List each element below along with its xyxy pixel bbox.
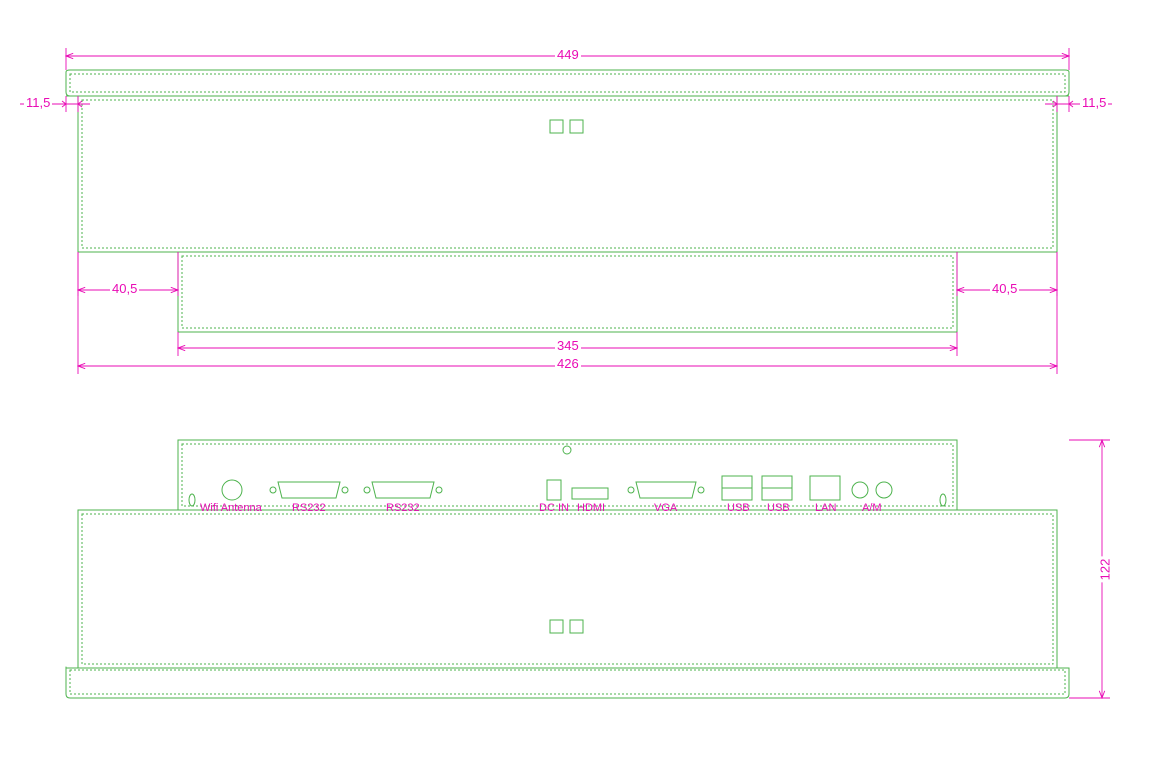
label-wifi: Wifi Antenna <box>200 502 262 514</box>
label-rs232-1: RS232 <box>292 502 326 514</box>
label-usb2: USB <box>767 502 790 514</box>
label-dc-in: DC IN <box>539 502 569 514</box>
port-mic <box>876 482 892 498</box>
upper-view <box>66 70 1069 332</box>
port-lan <box>810 476 840 500</box>
port-rs232-2 <box>372 482 434 498</box>
dim-lower-right-step: 40,5 <box>990 281 1019 296</box>
port-vga <box>636 482 696 498</box>
dim-lower-left-step: 40,5 <box>110 281 139 296</box>
dim-inner-base: 345 <box>555 338 581 353</box>
dim-outer-base: 426 <box>555 356 581 371</box>
label-hdmi: HDMI <box>577 502 605 514</box>
dim-top-width: 449 <box>555 47 581 62</box>
port-hdmi <box>572 488 608 499</box>
label-lan: LAN <box>815 502 836 514</box>
drawing-canvas <box>0 0 1162 768</box>
port-audio <box>852 482 868 498</box>
upper-dimensions <box>20 48 1112 374</box>
lower-view <box>66 440 1069 698</box>
port-wifi-antenna <box>222 480 242 500</box>
label-rs232-2: RS232 <box>386 502 420 514</box>
label-usb1: USB <box>727 502 750 514</box>
dim-right-step: 11,5 <box>1080 95 1108 110</box>
port-rs232-1 <box>278 482 340 498</box>
dim-left-step: 11,5 <box>24 95 52 110</box>
port-dc-in <box>547 480 561 500</box>
dim-bottom-height: 122 <box>1097 557 1112 583</box>
label-am: A/M <box>862 502 882 514</box>
label-vga: VGA <box>654 502 677 514</box>
